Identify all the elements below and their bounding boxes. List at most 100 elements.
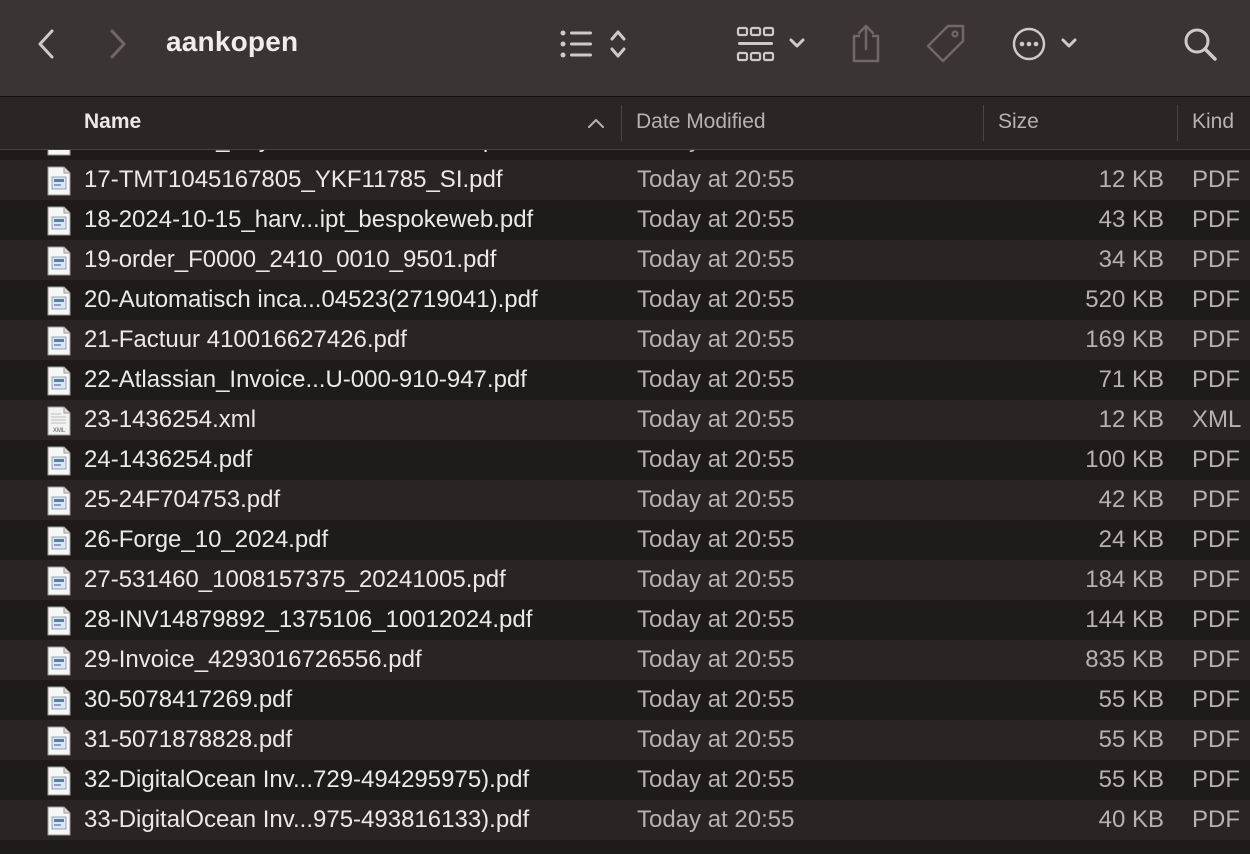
table-row[interactable]: 24-1436254.pdf Today at 20:55 100 KB PDF <box>0 440 1250 480</box>
file-name: 24-1436254.pdf <box>84 446 253 473</box>
file-size: 144 KB <box>1085 606 1164 633</box>
column-header-size[interactable]: Size <box>998 97 1039 149</box>
file-size: 520 KB <box>1085 286 1164 313</box>
table-row[interactable]: 17-TMT1045167805_YKF11785_SI.pdf Today at… <box>0 160 1250 200</box>
file-name: 27-531460_1008157375_20241005.pdf <box>84 566 506 593</box>
file-size: 184 KB <box>1085 566 1164 593</box>
table-row[interactable]: XML 23-1436254.xml Today at 20:55 12 KB XML <box>0 400 1250 440</box>
file-size: 34 KB <box>1000 150 1164 160</box>
file-size: 55 KB <box>1098 686 1164 713</box>
xml-file-icon: XML <box>46 406 72 436</box>
table-row[interactable]: 19-order_F0000_2410_0010_9501.pdf Today a… <box>0 240 1250 280</box>
file-name: 28-INV14879892_1375106_10012024.pdf <box>84 606 533 633</box>
table-row[interactable]: 21-Factuur 410016627426.pdf Today at 20:5… <box>0 320 1250 360</box>
table-row[interactable]: 26-Forge_10_2024.pdf Today at 20:55 24 KB P… <box>0 520 1250 560</box>
column-divider[interactable] <box>1177 105 1178 141</box>
file-kind: PDF <box>1192 206 1240 233</box>
table-row[interactable]: 25-24F704753.pdf Today at 20:55 42 KB PDF <box>0 480 1250 520</box>
search-icon[interactable] <box>1180 24 1220 64</box>
file-size: 42 KB <box>1098 486 1164 513</box>
file-name: 30-5078417269.pdf <box>84 686 293 713</box>
file-date-modified: Today at 20:55 <box>637 446 795 473</box>
group-by-icon[interactable] <box>736 24 812 64</box>
tag-icon[interactable] <box>924 22 968 66</box>
share-icon[interactable] <box>848 22 884 64</box>
file-size: 40 KB <box>1098 806 1164 833</box>
table-row[interactable]: 16-Atlassian_Paymen...IN-00262004.pdf Tod… <box>0 150 1250 160</box>
column-header-name[interactable]: Name <box>84 97 141 149</box>
pdf-file-icon <box>46 326 72 356</box>
table-row[interactable]: 28-INV14879892_1375106_10012024.pdf Today… <box>0 600 1250 640</box>
table-row[interactable]: 18-2024-10-15_harv...ipt_bespokeweb.pdf T… <box>0 200 1250 240</box>
table-row[interactable]: 31-5071878828.pdf Today at 20:55 55 KB PDF <box>0 720 1250 760</box>
file-date-modified: Today at 20:55 <box>637 166 795 193</box>
file-kind: PDF <box>1192 726 1240 753</box>
column-header-kind[interactable]: Kind <box>1192 97 1234 149</box>
file-date-modified: Today at 20:55 <box>637 566 795 593</box>
file-size: 835 KB <box>1085 646 1164 673</box>
file-date-modified: Today at 20:55 <box>637 246 795 273</box>
table-row[interactable]: 20-Automatisch inca...04523(2719041).pdf… <box>0 280 1250 320</box>
file-kind: PDF <box>1192 806 1240 833</box>
file-date-modified: Today at 20:55 <box>637 806 795 833</box>
file-kind: PDF <box>1192 150 1240 160</box>
file-kind: PDF <box>1192 566 1240 593</box>
file-name: 32-DigitalOcean Inv...729-494295975).pdf <box>84 766 530 793</box>
file-list: 16-Atlassian_Paymen...IN-00262004.pdf Tod… <box>0 150 1250 854</box>
file-kind: PDF <box>1192 606 1240 633</box>
pdf-file-icon <box>46 526 72 556</box>
file-name: 33-DigitalOcean Inv...975-493816133).pdf <box>84 806 530 833</box>
table-row[interactable]: 22-Atlassian_Invoice...U-000-910-947.pdf… <box>0 360 1250 400</box>
file-name: 23-1436254.xml <box>84 406 257 433</box>
file-date-modified: Today at 20:55 <box>637 366 795 393</box>
file-name: 31-5071878828.pdf <box>84 726 293 753</box>
pdf-file-icon <box>46 166 72 196</box>
file-name: 18-2024-10-15_harv...ipt_bespokeweb.pdf <box>84 206 534 233</box>
svg-text:XML: XML <box>53 428 66 434</box>
file-size: 55 KB <box>1098 726 1164 753</box>
file-date-modified: Today at 20:55 <box>637 766 795 793</box>
column-divider[interactable] <box>621 105 622 141</box>
file-kind: PDF <box>1192 446 1240 473</box>
pdf-file-icon <box>46 726 72 756</box>
table-row[interactable]: 30-5078417269.pdf Today at 20:55 55 KB PDF <box>0 680 1250 720</box>
finder-toolbar: aankopen <box>0 0 1250 97</box>
column-header-bar: Name Date Modified Size Kind <box>0 97 1250 150</box>
forward-icon[interactable] <box>102 26 134 62</box>
table-row[interactable]: 33-DigitalOcean Inv...975-493816133).pdf… <box>0 800 1250 840</box>
table-row[interactable]: 29-Invoice_4293016726556.pdf Today at 20:… <box>0 640 1250 680</box>
file-kind: PDF <box>1192 766 1240 793</box>
file-date-modified: Today at 20:55 <box>637 206 795 233</box>
file-name: 22-Atlassian_Invoice...U-000-910-947.pdf <box>84 366 527 393</box>
file-date-modified: Today at 20:55 <box>637 406 795 433</box>
file-date-modified: Today at 20:55 <box>637 686 795 713</box>
column-divider[interactable] <box>983 105 984 141</box>
pdf-file-icon <box>46 206 72 236</box>
file-date-modified: Today at 20:55 <box>637 726 795 753</box>
table-row[interactable]: 32-DigitalOcean Inv...729-494295975).pdf… <box>0 760 1250 800</box>
pdf-file-icon <box>46 646 72 676</box>
column-header-date-modified[interactable]: Date Modified <box>636 97 766 149</box>
file-date-modified: Today at 20:55 <box>637 606 795 633</box>
file-size: 12 KB <box>1098 166 1164 193</box>
file-size: 43 KB <box>1098 206 1164 233</box>
pdf-file-icon <box>46 806 72 836</box>
file-date-modified: Today at 20:55 <box>637 286 795 313</box>
file-name: 21-Factuur 410016627426.pdf <box>84 326 407 353</box>
file-size: 12 KB <box>1098 406 1164 433</box>
file-name: 25-24F704753.pdf <box>84 486 281 513</box>
sort-ascending-icon[interactable] <box>586 113 606 133</box>
back-icon[interactable] <box>30 26 62 62</box>
more-actions-icon[interactable] <box>1010 24 1082 64</box>
window-title: aankopen <box>166 26 299 57</box>
list-view-icon[interactable] <box>556 24 636 64</box>
table-row[interactable]: 27-531460_1008157375_20241005.pdf Today a… <box>0 560 1250 600</box>
file-date-modified: Today at 20:55 <box>637 486 795 513</box>
pdf-file-icon <box>46 686 72 716</box>
file-size: 100 KB <box>1085 446 1164 473</box>
file-kind: PDF <box>1192 526 1240 553</box>
file-date-modified: Today at 20:55 <box>637 326 795 353</box>
file-date-modified: Today at 20:55 <box>637 150 794 160</box>
pdf-file-icon <box>46 486 72 516</box>
file-kind: PDF <box>1192 246 1240 273</box>
